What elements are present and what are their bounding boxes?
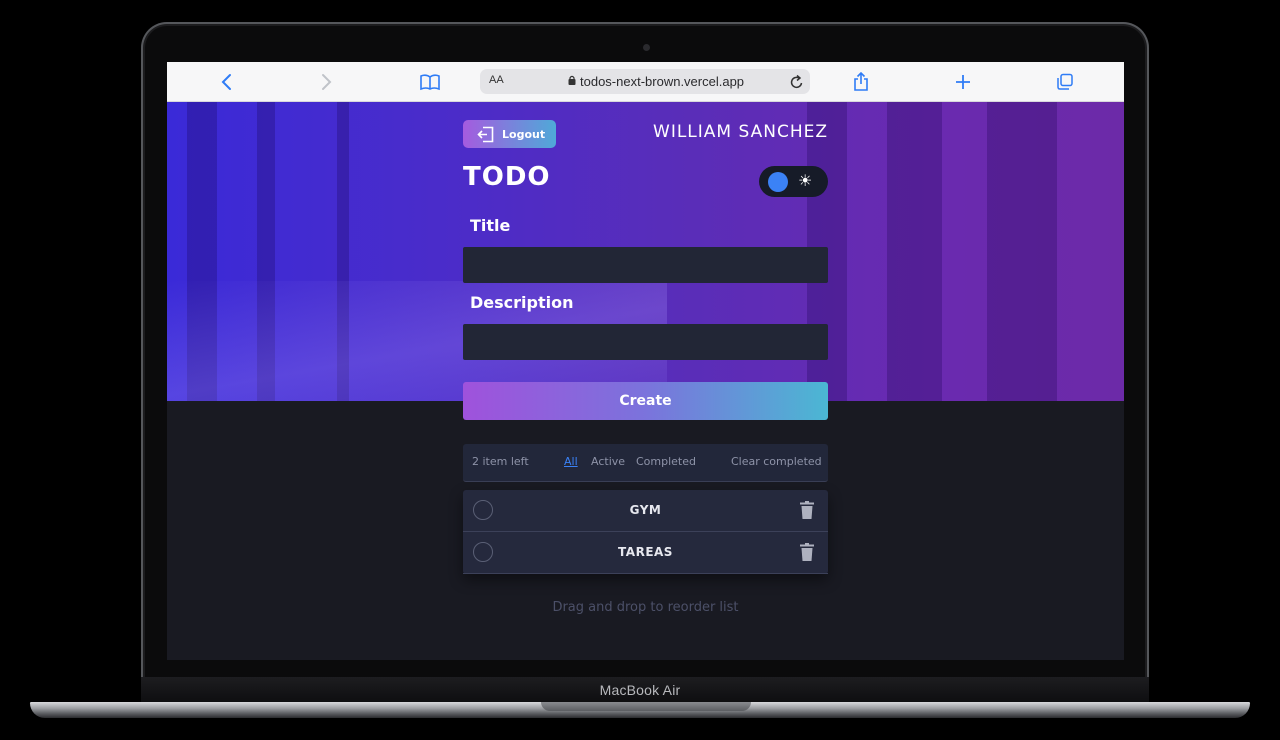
logout-label: Logout (502, 127, 546, 141)
laptop-notch (541, 702, 751, 711)
forward-icon[interactable] (315, 70, 339, 94)
description-input[interactable] (463, 324, 828, 360)
clear-completed-button[interactable]: Clear completed (731, 455, 822, 468)
screen: AA todos-next-brown.vercel.app Logout WI… (167, 62, 1124, 660)
browser-toolbar: AA todos-next-brown.vercel.app (167, 62, 1124, 102)
camera-dot (643, 44, 650, 51)
filter-active[interactable]: Active (591, 455, 625, 468)
todo-list: GYM TAREAS (463, 490, 828, 574)
address-bar[interactable]: AA todos-next-brown.vercel.app (480, 69, 810, 94)
back-icon[interactable] (214, 70, 238, 94)
tabs-icon[interactable] (1053, 70, 1077, 94)
list-item[interactable]: GYM (463, 490, 828, 532)
todo-text: TAREAS (618, 545, 673, 559)
logout-button[interactable]: Logout (463, 120, 556, 148)
items-left-count: 2 item left (472, 455, 529, 468)
page-title: TODO (463, 162, 551, 192)
trash-icon[interactable] (800, 501, 814, 519)
todo-app: Logout WILLIAM SANCHEZ TODO ☀ Title Desc… (463, 102, 828, 660)
create-button[interactable]: Create (463, 382, 828, 420)
filter-completed[interactable]: Completed (636, 455, 696, 468)
text-size-button[interactable]: AA (489, 74, 504, 86)
trash-icon[interactable] (800, 543, 814, 561)
logout-icon (477, 126, 494, 142)
title-label: Title (470, 216, 511, 235)
filter-all[interactable]: All (564, 455, 578, 468)
reorder-hint: Drag and drop to reorder list (552, 600, 739, 615)
list-item[interactable]: TAREAS (463, 532, 828, 574)
reader-icon[interactable] (418, 70, 442, 94)
new-tab-icon[interactable] (951, 70, 975, 94)
description-label: Description (470, 293, 574, 312)
toggle-knob (768, 172, 788, 192)
sun-icon: ☀ (798, 171, 813, 190)
title-input[interactable] (463, 247, 828, 283)
device-label: MacBook Air (599, 682, 681, 698)
theme-toggle[interactable]: ☀ (759, 166, 828, 197)
url-text: todos-next-brown.vercel.app (580, 74, 745, 89)
todo-text: GYM (629, 503, 662, 517)
user-name: WILLIAM SANCHEZ (653, 122, 828, 142)
share-icon[interactable] (849, 70, 873, 94)
lock-icon (568, 75, 576, 85)
reload-icon[interactable] (790, 71, 804, 94)
filter-bar: 2 item left All Active Completed Clear c… (463, 444, 828, 482)
